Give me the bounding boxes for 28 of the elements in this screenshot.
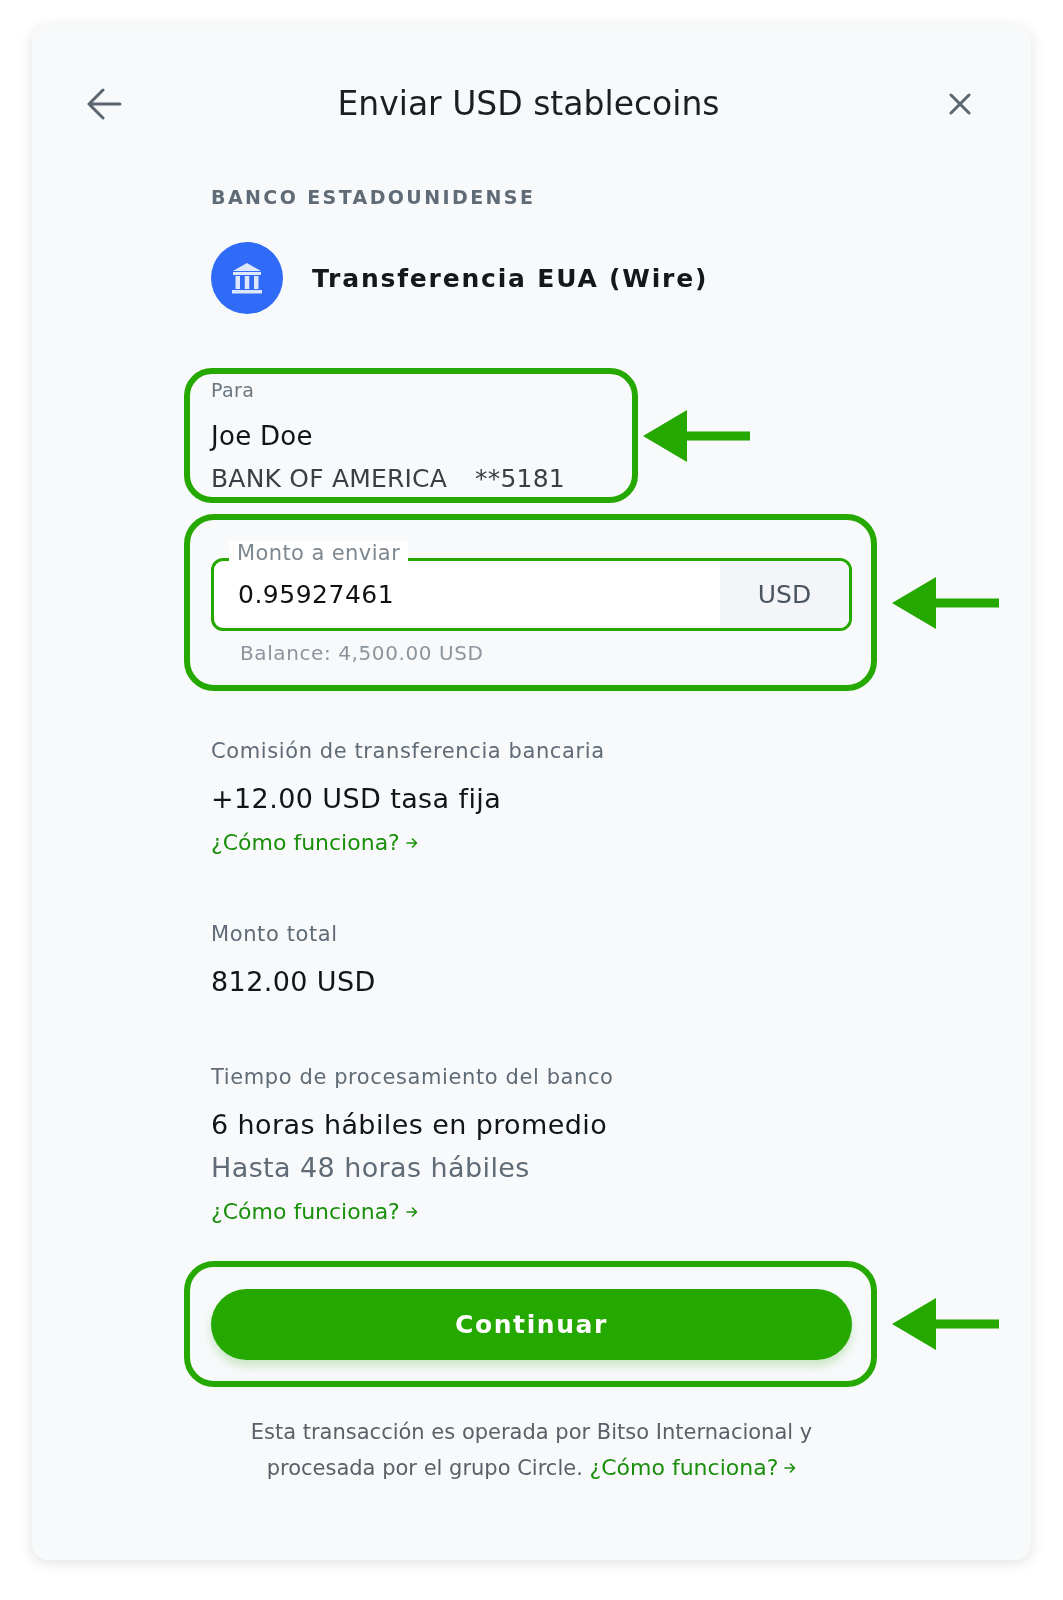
currency-label: USD — [720, 561, 849, 628]
detail-label: Tiempo de procesamiento del banco — [211, 1064, 614, 1090]
how-it-works-link[interactable]: ¿Cómo funciona? — [589, 1455, 797, 1481]
detail-label: Comisión de transferencia bancaria — [211, 738, 605, 764]
detail-label: Monto total — [211, 921, 338, 947]
detail-value: +12.00 USD tasa fija — [211, 782, 502, 816]
recipient-name: Joe Doe — [211, 420, 313, 452]
detail-value: 812.00 USD — [211, 965, 376, 999]
field-label: Para — [211, 378, 255, 402]
close-icon[interactable] — [949, 93, 971, 115]
account-number: **5181 — [475, 463, 565, 495]
how-it-works-link[interactable]: ¿Cómo funciona? — [211, 1199, 418, 1225]
dialog-title: Enviar USD stablecoins — [337, 83, 720, 125]
detail-value: 6 horas hábiles en promedio — [211, 1108, 608, 1142]
balance-text: Balance: 4,500.00 USD — [240, 641, 484, 665]
continue-button[interactable]: Continuar — [211, 1289, 852, 1360]
footer-note: Esta transacción es operada por Bitso Internacional y procesada por el grupo Circle. ¿Cómo funciona? — [249, 1419, 814, 1483]
section-label: BANCO ESTADOUNIDENSE — [211, 185, 536, 209]
amount-field[interactable]: Monto a enviar 0.95927461 USD — [211, 541, 852, 631]
how-it-works-link[interactable]: ¿Cómo funciona? — [211, 830, 418, 856]
bank-name: BANK OF AMERICA — [211, 463, 448, 495]
detail-note: Hasta 48 horas hábiles — [211, 1151, 530, 1185]
arrow-right-icon — [405, 1206, 418, 1218]
back-arrow-icon[interactable] — [86, 88, 122, 120]
arrow-right-icon — [405, 837, 418, 849]
payment-method-name: Transferencia EUA (Wire) — [312, 263, 709, 293]
arrow-right-icon — [784, 1462, 797, 1474]
bank-icon — [211, 242, 283, 314]
